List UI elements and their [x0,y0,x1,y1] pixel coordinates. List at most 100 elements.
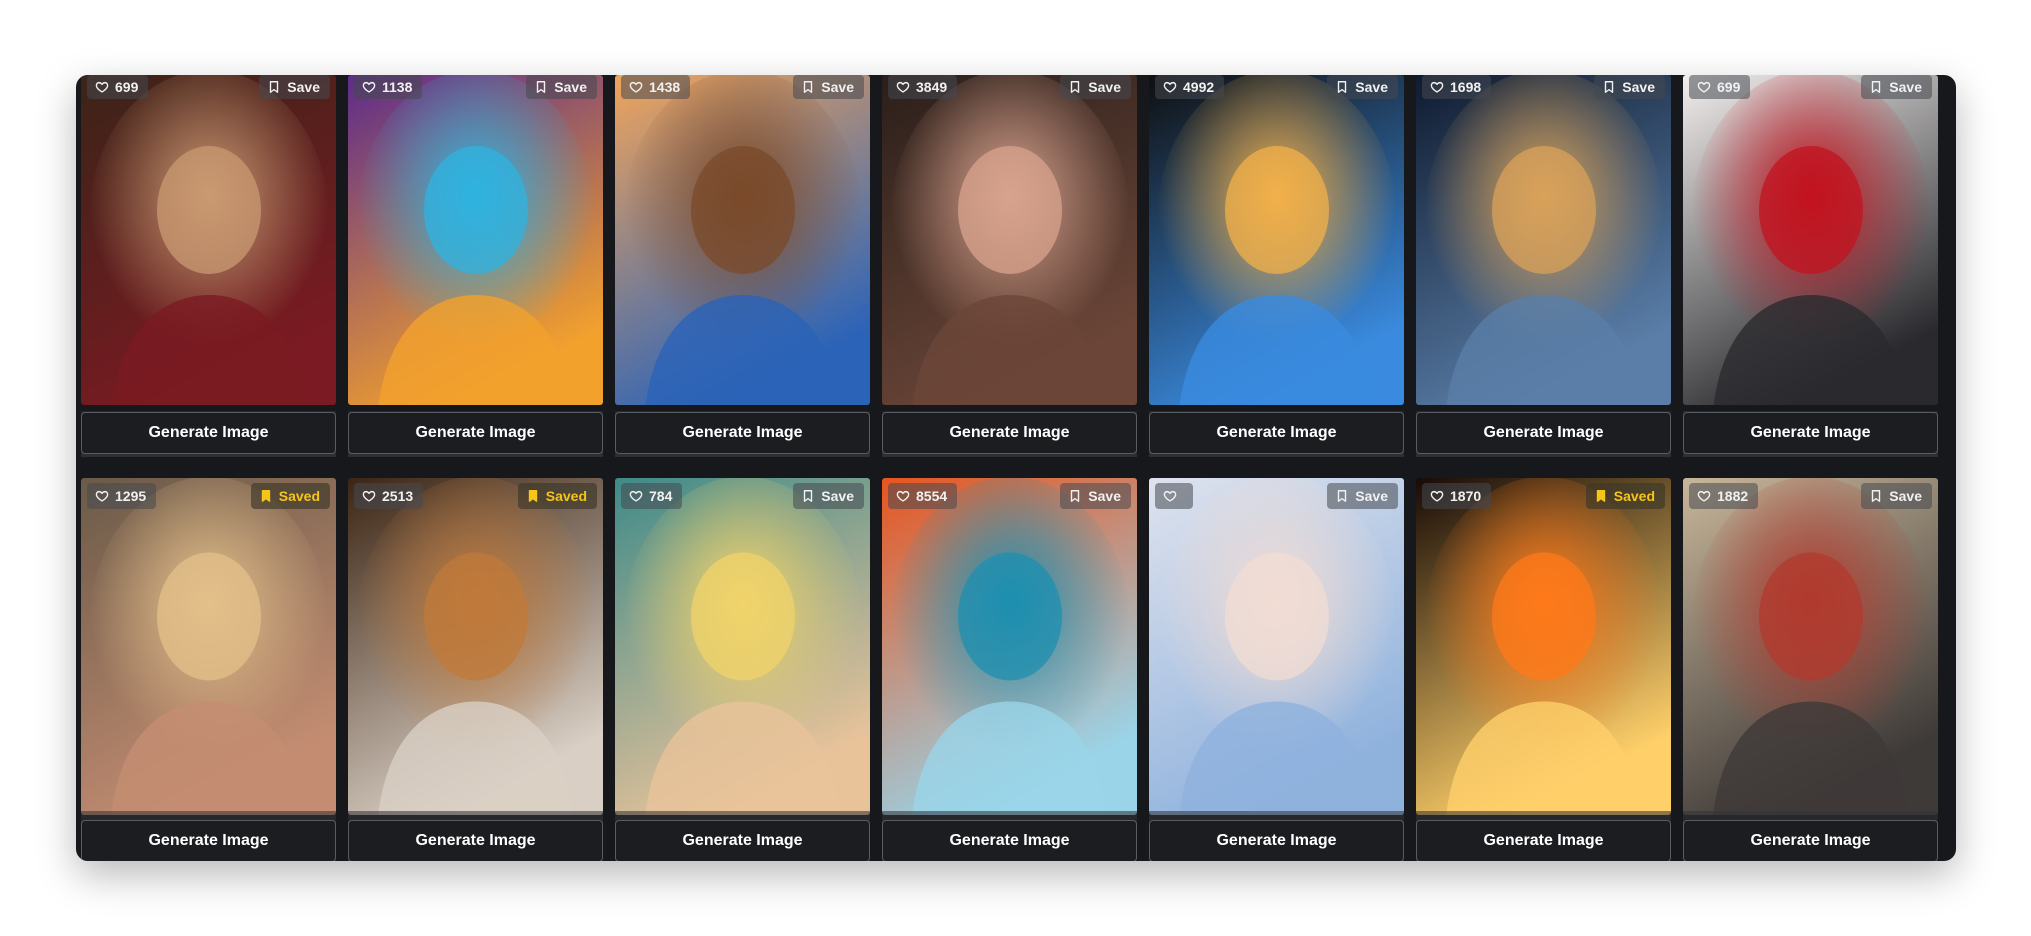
likes-badge: 3849 [888,75,958,99]
model-thumbnail[interactable] [1416,75,1671,405]
model-thumbnail[interactable] [348,478,603,815]
model-thumbnail[interactable] [81,478,336,815]
likes-badge: 1438 [621,75,691,99]
save-label: Save [1355,488,1388,504]
thumbnail-art [1149,75,1404,405]
save-button[interactable]: Save [259,75,330,99]
likes-badge: 1295 [87,483,157,509]
save-label: Saved [545,488,587,504]
thumbnail-art [81,75,336,405]
model-card[interactable]: 1870 Saved Flux Generate Image [1416,475,1671,861]
likes-badge: 1698 [1422,75,1492,99]
heart-icon [629,81,643,93]
save-label: Save [821,488,854,504]
likes-count: 2513 [382,488,414,504]
likes-badge: 1138 [354,75,423,99]
generate-image-button[interactable]: Generate Image [1683,820,1938,861]
generate-image-button[interactable]: Generate Image [1149,820,1404,861]
model-thumbnail[interactable] [615,478,870,815]
generate-image-button[interactable]: Generate Image [1416,412,1671,454]
saved-button[interactable]: Saved [517,483,597,509]
model-card[interactable]: 2513 Saved Epic Realism Generate Image [348,475,603,861]
generate-image-button[interactable]: Generate Image [81,820,336,861]
model-card[interactable]: 699 Save Cute Diffusion v2 Generate Imag… [81,75,336,457]
likes-badge [1155,483,1193,509]
save-label: Saved [1613,488,1655,504]
save-label: Save [1088,488,1121,504]
generate-image-button[interactable]: Generate Image [81,412,336,454]
save-label: Save [1355,79,1388,95]
save-label: Saved [278,488,320,504]
save-button[interactable]: Save [793,483,864,509]
save-button[interactable]: Save [1327,75,1398,99]
model-card[interactable]: Save Face Bomb Generate Image [1149,475,1404,861]
save-label: Save [1622,79,1655,95]
bookmark-icon [804,490,813,502]
model-thumbnail[interactable] [1416,478,1671,815]
model-thumbnail[interactable] [1149,75,1404,405]
save-button[interactable]: Save [1861,483,1932,509]
save-button[interactable]: Save [1060,75,1131,99]
model-card[interactable]: 699 Save DreamshaperXL Generate Image [1683,75,1938,457]
save-label: Save [1889,488,1922,504]
likes-badge: 699 [87,75,149,99]
bookmark-icon [1596,490,1605,502]
generate-image-button[interactable]: Generate Image [882,412,1137,454]
model-thumbnail[interactable] [882,75,1137,405]
thumbnail-art [1683,75,1938,405]
generate-image-button[interactable]: Generate Image [615,820,870,861]
model-card[interactable]: 8554 Save Eza Generate Image [882,475,1137,861]
generate-image-button[interactable]: Generate Image [882,820,1137,861]
model-thumbnail[interactable] [1683,478,1938,815]
generate-image-button[interactable]: Generate Image [348,412,603,454]
save-button[interactable]: Save [793,75,864,99]
model-thumbnail[interactable] [81,75,336,405]
model-thumbnail[interactable] [1149,478,1404,815]
saved-button[interactable]: Saved [250,483,330,509]
model-card[interactable]: 1438 Save CyberRealistic Generate Image [615,75,870,457]
saved-button[interactable]: Saved [1585,483,1665,509]
bookmark-icon [1605,81,1614,93]
likes-count: 1882 [1717,488,1749,504]
model-thumbnail[interactable] [882,478,1137,815]
likes-badge: 784 [621,483,683,509]
save-button[interactable]: Save [526,75,597,99]
thumbnail-art [615,478,870,815]
save-button[interactable]: Save [1594,75,1665,99]
model-card[interactable]: 4992 Save Dreamshaper Generate Image [1149,75,1404,457]
thumbnail-art [1149,478,1404,815]
heart-icon [362,81,376,93]
save-label: Save [1088,79,1121,95]
model-card[interactable]: 1295 Saved Epic Photos Generate Image [81,475,336,861]
heart-icon [1163,490,1177,502]
generate-image-button[interactable]: Generate Image [1416,820,1671,861]
model-card[interactable]: 1138 Save Cute Wave Generate Image [348,75,603,457]
likes-count: 699 [1717,79,1741,95]
likes-count: 1138 [382,79,413,95]
thumbnail-art [882,75,1137,405]
model-card[interactable]: 1698 Save Dreamshaper V8 Generate Image [1416,75,1671,457]
save-button[interactable]: Save [1327,483,1398,509]
likes-badge: 699 [1689,75,1751,99]
model-card[interactable]: 3849 Save Deliberate Generate Image [882,75,1137,457]
thumbnail-art [1416,478,1671,815]
model-grid: 699 Save Cute Diffusion v2 Generate Imag… [81,75,1938,861]
generate-image-button[interactable]: Generate Image [348,820,603,861]
generate-image-button[interactable]: Generate Image [1683,412,1938,454]
model-thumbnail[interactable] [348,75,603,405]
model-card[interactable]: 1882 Save Flux Anime Generate Image [1683,475,1938,861]
likes-badge: 4992 [1155,75,1225,99]
heart-icon [95,490,109,502]
generate-image-button[interactable]: Generate Image [615,412,870,454]
save-button[interactable]: Save [1060,483,1131,509]
generate-image-button[interactable]: Generate Image [1149,412,1404,454]
model-thumbnail[interactable] [615,75,870,405]
heart-icon [1430,490,1444,502]
save-button[interactable]: Save [1861,75,1932,99]
bookmark-icon [1338,81,1347,93]
model-thumbnail[interactable] [1683,75,1938,405]
model-card[interactable]: 784 Save Ether Mix Generate Image [615,475,870,861]
bookmark-icon [261,490,270,502]
heart-icon [362,490,376,502]
save-label: Save [821,79,854,95]
